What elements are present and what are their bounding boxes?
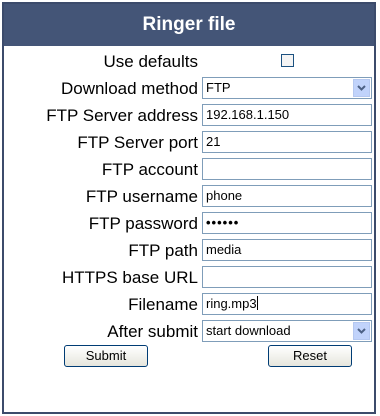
use-defaults-checkbox[interactable] — [281, 54, 294, 67]
row-ftp-account: FTP account — [4, 156, 374, 183]
ftp-server-address-label: FTP Server address — [46, 106, 198, 125]
row-ftp-server-address: FTP Server address 192.168.1.150 — [4, 102, 374, 129]
row-after-submit: After submit start download — [4, 318, 374, 345]
after-submit-select[interactable]: start download — [202, 320, 372, 342]
row-ftp-username: FTP username phone — [4, 183, 374, 210]
ftp-path-input[interactable]: media — [202, 239, 372, 261]
after-submit-value: start download — [206, 323, 291, 338]
use-defaults-label: Use defaults — [103, 52, 199, 71]
ftp-server-address-input[interactable]: 192.168.1.150 — [202, 104, 372, 126]
text-cursor — [256, 296, 258, 310]
after-submit-label: After submit — [107, 322, 198, 341]
row-ftp-server-port: FTP Server port 21 — [4, 129, 374, 156]
row-filename: Filename ring.mp3 — [4, 291, 374, 318]
ftp-server-port-input[interactable]: 21 — [202, 131, 372, 153]
ringer-file-panel: Ringer file Use defaults Download method… — [2, 2, 376, 414]
download-method-value: FTP — [206, 80, 231, 95]
chevron-down-icon[interactable] — [353, 322, 370, 340]
ftp-account-label: FTP account — [101, 160, 198, 179]
chevron-down-icon[interactable] — [353, 79, 370, 97]
filename-value: ring.mp3 — [206, 296, 257, 311]
ftp-password-label: FTP password — [88, 214, 198, 233]
https-base-url-input[interactable] — [202, 266, 372, 288]
ftp-path-label: FTP path — [128, 241, 198, 260]
ftp-username-label: FTP username — [85, 187, 198, 206]
download-method-select[interactable]: FTP — [202, 77, 372, 99]
row-ftp-password: FTP password •••••• — [4, 210, 374, 237]
row-ftp-path: FTP path media — [4, 237, 374, 264]
row-use-defaults: Use defaults — [4, 48, 374, 75]
ftp-account-input[interactable] — [202, 158, 372, 180]
download-method-label: Download method — [60, 79, 198, 98]
filename-input[interactable]: ring.mp3 — [202, 293, 372, 315]
https-base-url-label: HTTPS base URL — [61, 268, 198, 287]
submit-button[interactable]: Submit — [64, 345, 148, 367]
filename-label: Filename — [128, 295, 198, 314]
reset-button[interactable]: Reset — [268, 345, 352, 367]
row-download-method: Download method FTP — [4, 75, 374, 102]
ftp-server-port-label: FTP Server port — [77, 133, 198, 152]
panel-title: Ringer file — [4, 4, 374, 46]
ftp-username-input[interactable]: phone — [202, 185, 372, 207]
ftp-password-input[interactable]: •••••• — [202, 212, 372, 234]
row-https-base-url: HTTPS base URL — [4, 264, 374, 291]
